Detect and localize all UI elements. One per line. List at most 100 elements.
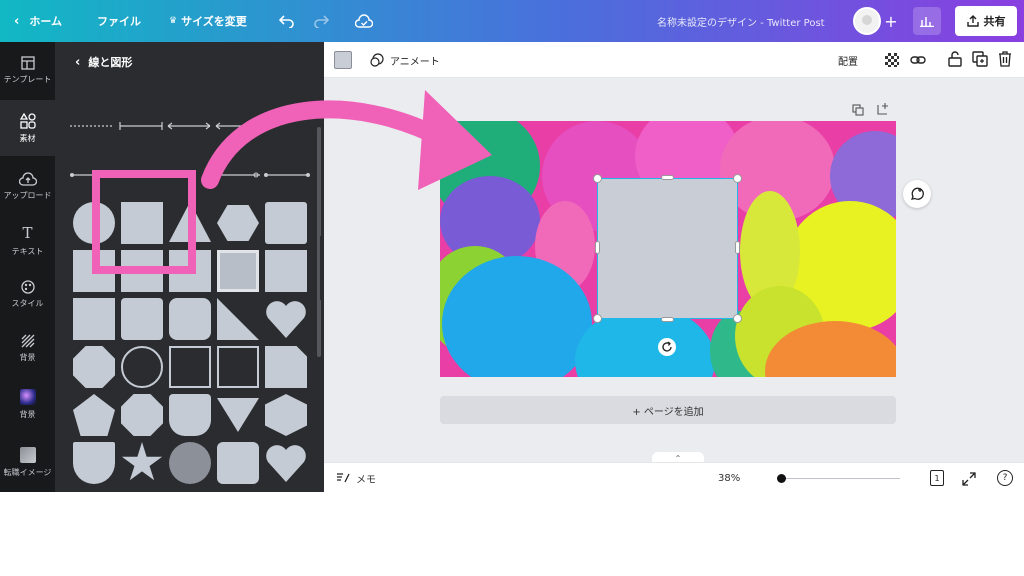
file-menu-button[interactable]: ファイル <box>97 0 141 42</box>
home-button[interactable]: ‹ ホーム <box>14 0 62 42</box>
resize-handle[interactable] <box>735 241 740 254</box>
transparency-button[interactable] <box>885 53 899 67</box>
delete-button[interactable] <box>998 51 1012 67</box>
resize-handle[interactable] <box>593 174 602 183</box>
outline-square-shape[interactable] <box>169 346 211 388</box>
panel-back-button[interactable]: ‹ 線と図形 <box>75 54 132 70</box>
arrange-button[interactable]: 配置 <box>838 42 858 78</box>
rail-label: 背景 <box>19 409 36 419</box>
hexagon-shape[interactable] <box>265 394 307 436</box>
color-swatch-button[interactable] <box>334 51 352 69</box>
redo-button[interactable] <box>310 8 332 34</box>
avatar[interactable] <box>853 7 881 35</box>
style-icon <box>20 279 35 294</box>
save-status-button[interactable] <box>352 8 376 34</box>
rounded-square-shape[interactable] <box>169 298 211 340</box>
lock-icon <box>948 51 962 67</box>
cut-corner-shape[interactable] <box>265 346 307 388</box>
help-button[interactable]: ? <box>997 470 1013 486</box>
zoom-slider[interactable] <box>778 478 900 479</box>
rounded-square-shape[interactable] <box>121 298 163 340</box>
resize-handle[interactable] <box>661 317 674 322</box>
hexagon-shape[interactable] <box>217 205 259 241</box>
duplicate-icon <box>972 51 988 67</box>
rail-item-text[interactable]: T テキスト <box>0 212 55 268</box>
redo-icon <box>314 15 329 28</box>
home-label: ホーム <box>29 15 63 28</box>
lock-button[interactable] <box>948 51 962 67</box>
outline-square-shape[interactable] <box>217 346 259 388</box>
zoom-slider-thumb[interactable] <box>777 474 786 483</box>
animate-label: アニメート <box>390 56 440 68</box>
rail-item-background[interactable]: 背景 <box>0 320 55 376</box>
right-triangle-shape[interactable] <box>217 298 259 340</box>
page-add-button[interactable] <box>877 100 890 119</box>
badge-shape[interactable] <box>73 346 115 388</box>
undo-button[interactable] <box>276 8 298 34</box>
background-photo-icon <box>19 388 36 405</box>
fullscreen-button[interactable] <box>962 471 976 490</box>
heart-shape[interactable] <box>265 442 307 482</box>
page-copy-button[interactable] <box>852 101 864 120</box>
resize-label: サイズを変更 <box>181 15 247 28</box>
rail-label: テンプレート <box>3 74 52 84</box>
selected-square-element[interactable] <box>597 178 738 319</box>
page-count: 1 <box>934 473 940 483</box>
rail-item-elements[interactable]: 素材 <box>0 100 55 156</box>
rail-item-background-photo[interactable]: 背景 <box>0 376 55 432</box>
link-button[interactable] <box>910 52 926 68</box>
insights-button[interactable] <box>913 7 941 35</box>
folder-icon <box>19 446 36 463</box>
copy-page-icon <box>852 104 864 116</box>
rail-item-styles[interactable]: スタイル <box>0 266 55 322</box>
textured-circle-shape[interactable] <box>169 442 211 484</box>
comment-button[interactable] <box>903 180 931 208</box>
pentagon-shape[interactable] <box>73 394 115 436</box>
share-button[interactable]: 共有 <box>955 6 1017 36</box>
add-collaborator-button[interactable]: + <box>882 8 900 34</box>
arrow-annotation <box>201 90 492 190</box>
share-upload-icon <box>966 15 979 27</box>
animate-icon <box>370 53 384 67</box>
upload-icon <box>18 171 37 186</box>
design-title[interactable]: 名称未設定のデザイン - Twitter Post <box>657 0 825 42</box>
heart-shape[interactable] <box>265 298 307 338</box>
rotate-handle[interactable] <box>658 338 676 356</box>
undo-icon <box>279 15 294 28</box>
design-title-text: 名称未設定のデザイン - Twitter Post <box>657 17 825 29</box>
square-shape[interactable] <box>73 298 115 340</box>
rail-item-uploads[interactable]: アップロード <box>0 158 55 214</box>
down-triangle-shape[interactable] <box>217 398 259 432</box>
add-page-button[interactable]: + ページを追加 <box>440 396 896 424</box>
rounded-square-shape[interactable] <box>217 442 259 484</box>
shield-shape[interactable] <box>169 394 211 436</box>
rounded-square-shape[interactable] <box>265 202 307 244</box>
link-icon <box>910 56 926 64</box>
page-count-button[interactable]: 1 <box>930 470 944 486</box>
canva-editor: ‹ ホーム ファイル ♛ サイズを変更 名称未設定のデザイン - Twitter… <box>0 0 1024 492</box>
resize-handle[interactable] <box>593 314 602 323</box>
rail-item-templates[interactable]: テンプレート <box>0 42 55 98</box>
highlight-box <box>92 170 196 274</box>
rail-item-folder[interactable]: 転職イメージ <box>0 434 55 490</box>
arrange-label: 配置 <box>838 56 858 68</box>
arch-shape[interactable] <box>73 442 115 484</box>
duplicate-button[interactable] <box>972 51 988 67</box>
resize-handle[interactable] <box>595 241 600 254</box>
square-shape[interactable] <box>265 250 307 292</box>
notes-label: メモ <box>356 474 376 486</box>
star-shape[interactable] <box>121 442 163 481</box>
octagon-shape[interactable] <box>121 394 163 436</box>
resize-handle[interactable] <box>661 175 674 180</box>
resize-handle[interactable] <box>733 174 742 183</box>
left-rail: テンプレート 素材 アップロード T テキスト スタイル 背景 背景 転職イメー <box>0 42 55 492</box>
outline-circle-shape[interactable] <box>121 346 163 388</box>
bordered-square-shape[interactable] <box>217 250 259 292</box>
text-icon: T <box>22 223 33 242</box>
notes-button[interactable]: メモ <box>336 463 376 492</box>
zoom-value[interactable]: 38% <box>718 463 740 492</box>
resize-button[interactable]: ♛ サイズを変更 <box>169 0 247 42</box>
animate-button[interactable]: アニメート <box>370 42 440 78</box>
resize-handle[interactable] <box>733 314 742 323</box>
notes-icon <box>337 473 350 483</box>
